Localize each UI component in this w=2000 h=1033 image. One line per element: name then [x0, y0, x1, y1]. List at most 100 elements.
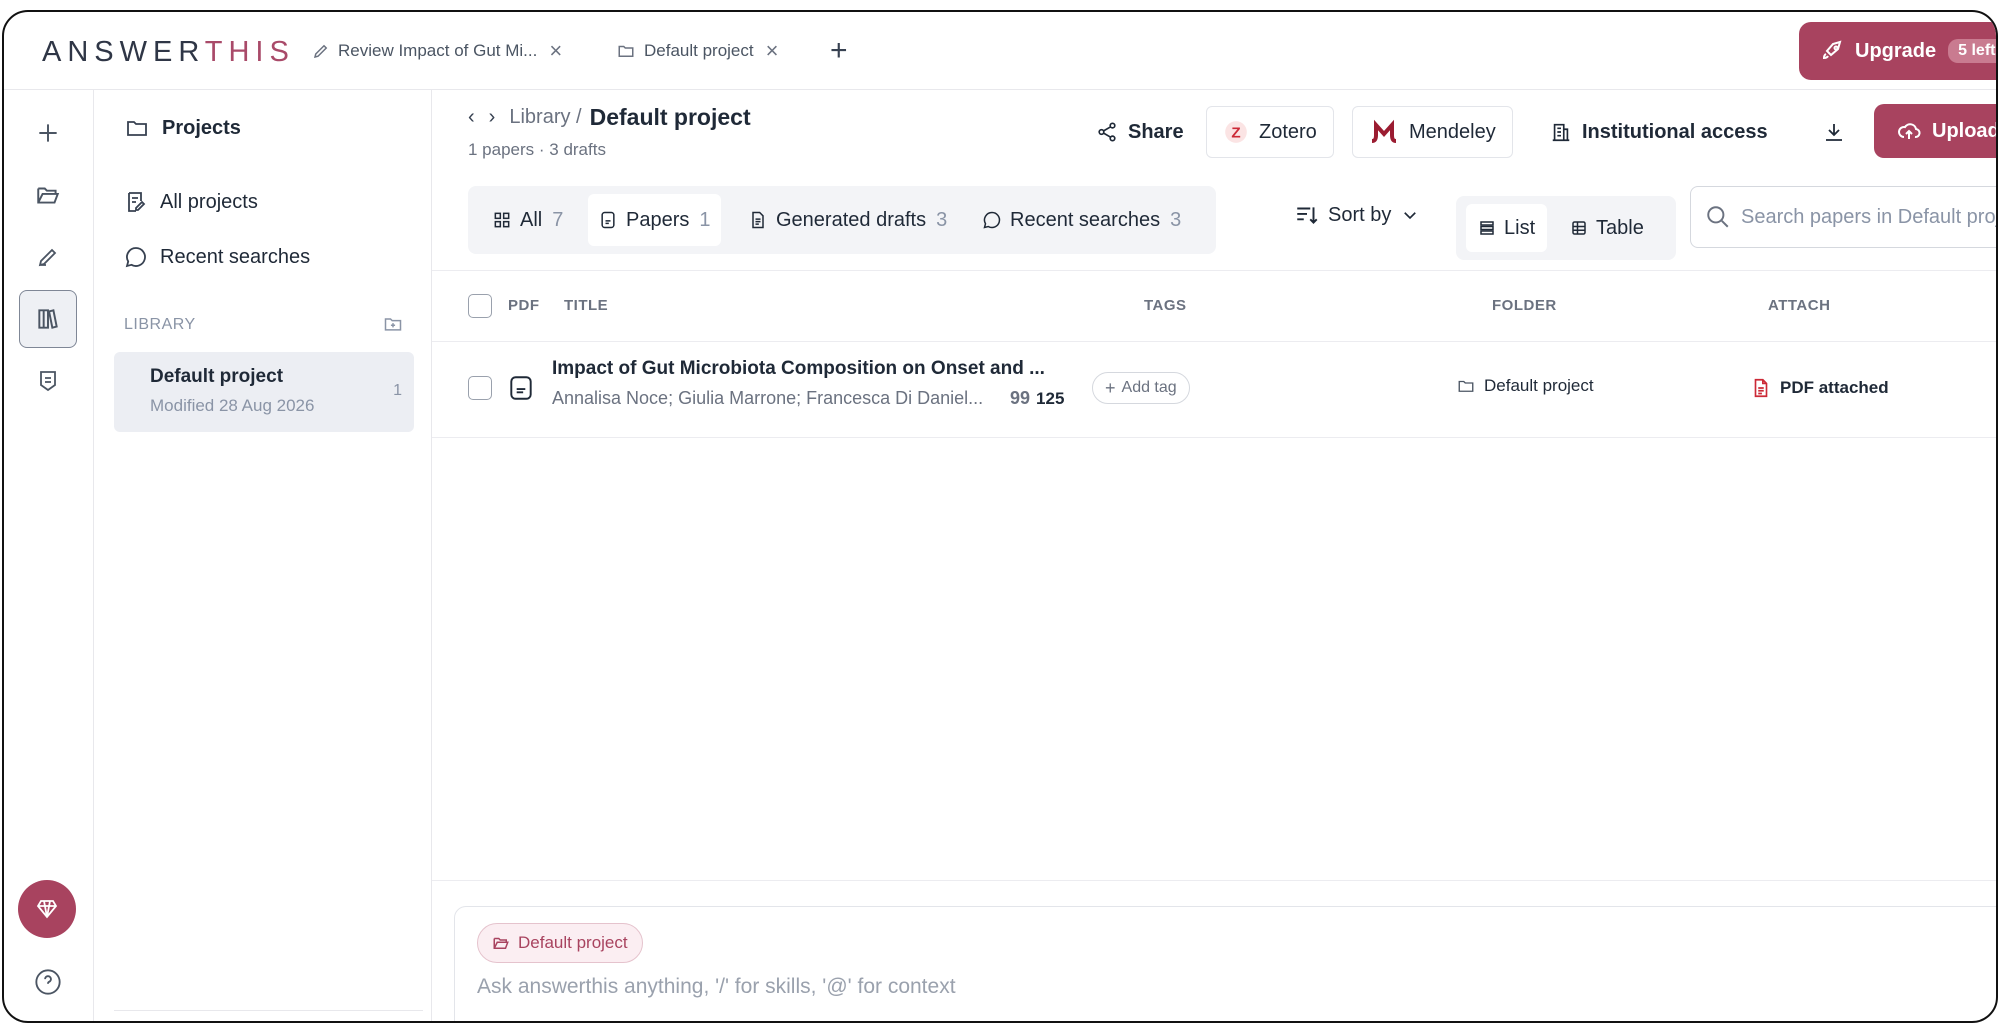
- paper-icon: [601, 211, 615, 229]
- page-title: Default project: [589, 104, 751, 130]
- new-tab-button[interactable]: +: [830, 36, 848, 66]
- library-label: LIBRARY: [124, 316, 196, 333]
- sort-icon: [1297, 207, 1318, 224]
- books-icon: [38, 309, 58, 329]
- share-button[interactable]: Share: [1080, 106, 1200, 158]
- folder-plus-icon: [384, 318, 402, 331]
- projects-nav-button[interactable]: [19, 166, 77, 224]
- project-card-default[interactable]: Default project Modified 28 Aug 2026 1: [114, 352, 414, 432]
- tab-all[interactable]: All 7: [482, 194, 573, 246]
- folder-open-icon: [37, 187, 60, 204]
- col-folder[interactable]: FOLDER: [1492, 297, 1557, 314]
- context-chip[interactable]: Default project: [477, 923, 643, 963]
- rocket-icon: [1822, 40, 1842, 60]
- col-tags[interactable]: TAGS: [1144, 297, 1187, 314]
- breadcrumb-library[interactable]: Library /: [509, 106, 581, 129]
- col-title[interactable]: TITLE: [564, 297, 608, 314]
- citation-count: 99 125: [1010, 388, 1065, 408]
- help-icon: [35, 969, 61, 995]
- upload-button[interactable]: Upload: [1874, 104, 1996, 158]
- filter-tabs: All 7 Papers 1 Generated drafts 3 Recent…: [468, 186, 1216, 254]
- zotero-icon: Z: [1225, 121, 1247, 143]
- sort-by-dropdown[interactable]: Sort by: [1294, 202, 1427, 228]
- help-button[interactable]: [22, 956, 74, 1008]
- tab-default-project[interactable]: Default project ×: [616, 38, 778, 64]
- col-pdf[interactable]: PDF: [508, 297, 540, 314]
- search-icon: [1707, 206, 1729, 228]
- chat-bubble-icon: [125, 247, 146, 268]
- project-name: Default project: [150, 366, 284, 387]
- project-modified: Modified 28 Aug 2026: [150, 396, 315, 415]
- folder-icon: [1458, 380, 1474, 392]
- chat-composer: Default project: [454, 906, 1996, 1021]
- library-nav-button[interactable]: [19, 290, 77, 348]
- pencil-icon: [313, 44, 328, 59]
- tab-label: Default project: [644, 41, 754, 60]
- new-button[interactable]: [19, 104, 77, 162]
- download-button[interactable]: [1806, 106, 1872, 158]
- projects-panel: Projects All projects Recent searches LI…: [94, 90, 432, 1021]
- zotero-button[interactable]: Z Zotero: [1206, 106, 1334, 158]
- close-icon[interactable]: ×: [549, 40, 562, 62]
- projects-heading[interactable]: Projects: [124, 116, 241, 140]
- mendeley-button[interactable]: Mendeley: [1352, 106, 1513, 158]
- new-folder-button[interactable]: [382, 314, 404, 339]
- forward-icon[interactable]: ›: [489, 106, 496, 129]
- project-count: 1: [393, 382, 402, 399]
- row-folder[interactable]: Default project: [1456, 376, 1594, 396]
- row-attachment[interactable]: PDF attached: [1750, 376, 1889, 400]
- plus-icon: [39, 124, 57, 142]
- grid-icon: [494, 212, 510, 228]
- tab-review[interactable]: Review Impact of Gut Mi... ×: [312, 38, 562, 64]
- institutional-access-button[interactable]: Institutional access: [1534, 106, 1784, 158]
- share-icon: [1098, 122, 1116, 142]
- search-input[interactable]: [1741, 205, 1996, 229]
- paper-authors: Annalisa Noce; Giulia Marrone; Francesca…: [552, 388, 984, 408]
- tab-recent-searches[interactable]: Recent searches 3: [972, 194, 1191, 246]
- table-icon: [1572, 221, 1586, 235]
- view-table-button[interactable]: Table: [1558, 204, 1656, 252]
- all-projects-link[interactable]: All projects: [124, 190, 258, 214]
- quote-icon: 99: [1010, 388, 1031, 408]
- recent-searches-link[interactable]: Recent searches: [124, 245, 310, 269]
- download-icon: [1826, 124, 1842, 141]
- tab-generated-drafts[interactable]: Generated drafts 3: [738, 194, 957, 246]
- col-attach[interactable]: ATTACH: [1768, 297, 1830, 314]
- tab-label: Review Impact of Gut Mi...: [338, 41, 538, 60]
- svg-text:Z: Z: [1231, 124, 1240, 141]
- premium-button[interactable]: [18, 880, 76, 938]
- chat-input[interactable]: [477, 975, 1877, 999]
- select-all-checkbox[interactable]: [468, 294, 492, 318]
- notebook-nav-button[interactable]: [19, 352, 77, 410]
- notes-icon: [128, 192, 146, 212]
- document-icon: [752, 211, 764, 229]
- tab-papers[interactable]: Papers 1: [588, 194, 721, 246]
- paper-title[interactable]: Impact of Gut Microbiota Composition on …: [552, 358, 1045, 380]
- write-nav-button[interactable]: [19, 228, 77, 286]
- divider: [114, 1010, 423, 1011]
- search-box[interactable]: [1690, 186, 1996, 248]
- shield-note-icon: [40, 371, 56, 392]
- folder-icon: [127, 121, 147, 136]
- folder-icon: [618, 45, 634, 57]
- left-rail: [4, 90, 94, 1021]
- breadcrumb: ‹ › Library / Default project: [468, 104, 751, 131]
- paper-icon: [510, 376, 532, 400]
- pen-icon: [38, 248, 57, 267]
- row-checkbox[interactable]: [468, 376, 492, 400]
- cloud-upload-icon: [1898, 123, 1921, 139]
- add-tag-button[interactable]: + Add tag: [1092, 372, 1190, 404]
- table-row[interactable]: Impact of Gut Microbiota Composition on …: [432, 342, 1996, 438]
- view-list-button[interactable]: List: [1466, 204, 1548, 252]
- close-icon[interactable]: ×: [766, 40, 779, 62]
- credits-badge: 5 left: [1948, 39, 1996, 63]
- app-logo[interactable]: ANSWERTHIS: [42, 36, 295, 69]
- chevron-down-icon: [1404, 212, 1417, 220]
- app-window: ANSWERTHIS Review Impact of Gut Mi... × …: [2, 10, 1998, 1023]
- upgrade-button[interactable]: Upgrade 5 left: [1799, 22, 1996, 80]
- plus-icon: +: [1105, 377, 1116, 398]
- back-icon[interactable]: ‹: [468, 106, 475, 129]
- list-icon: [1480, 221, 1494, 235]
- chat-bubble-icon: [983, 211, 1001, 229]
- mendeley-icon: [1371, 119, 1397, 143]
